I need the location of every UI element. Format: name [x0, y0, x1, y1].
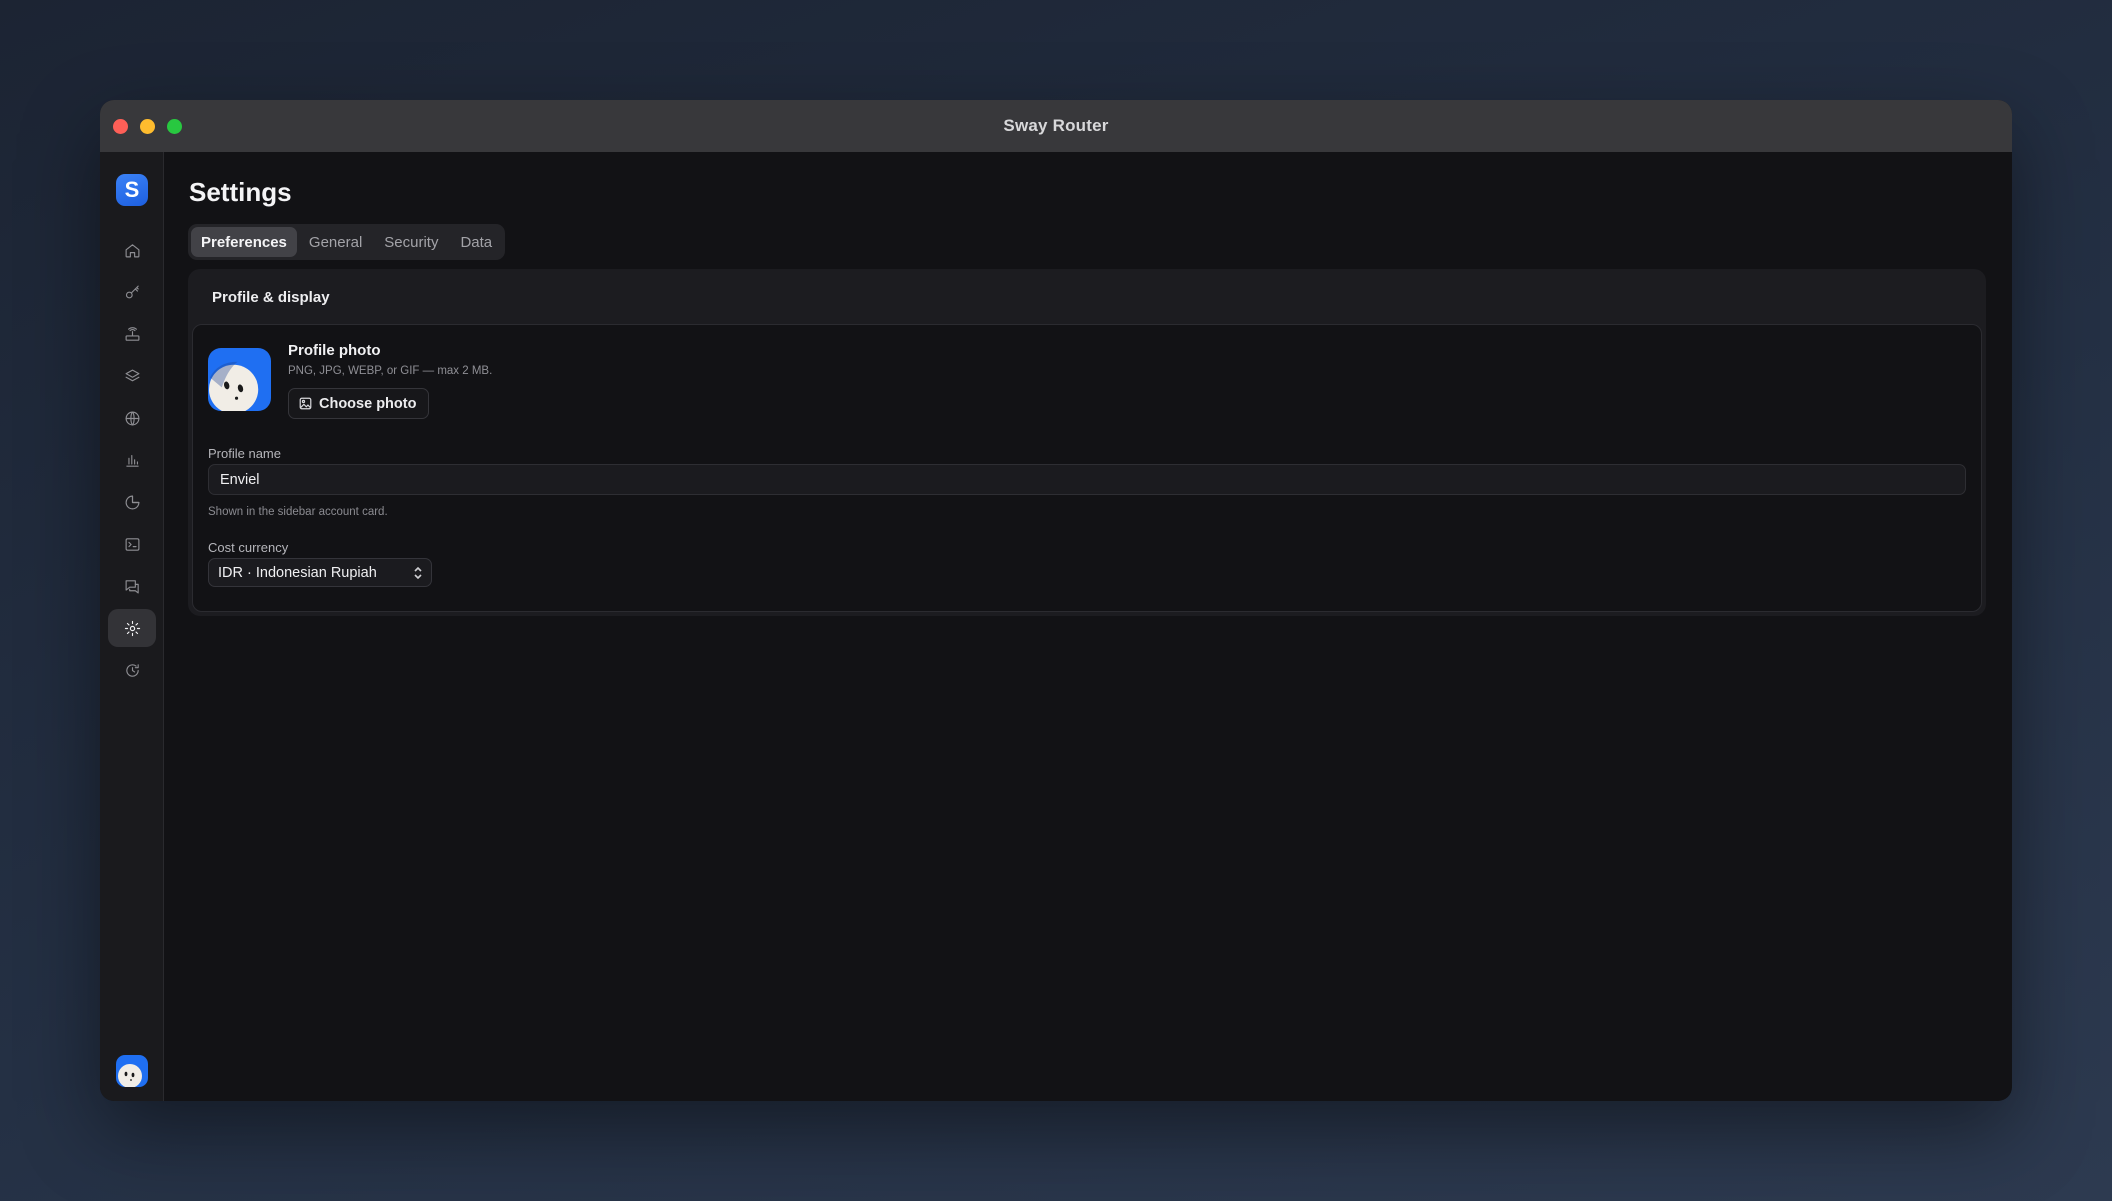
- tab-data[interactable]: Data: [450, 227, 502, 257]
- sidebar: S: [100, 152, 164, 1101]
- router-icon: [125, 326, 139, 341]
- sidebar-item-router[interactable]: [108, 315, 156, 353]
- sidebar-item-analytics[interactable]: [108, 441, 156, 479]
- sidebar-item-usage[interactable]: [108, 483, 156, 521]
- title-bar: Sway Router: [100, 100, 2012, 152]
- terminal-icon: [125, 537, 139, 551]
- sidebar-item-updates[interactable]: [108, 651, 156, 689]
- chevron-up-down-icon: [413, 565, 423, 581]
- minimize-window-button[interactable]: [140, 119, 155, 134]
- profile-photo-hint: PNG, JPG, WEBP, or GIF — max 2 MB.: [288, 365, 493, 377]
- sidebar-item-home[interactable]: [108, 231, 156, 269]
- avatar-face-icon: [118, 1064, 142, 1087]
- profile-name-input[interactable]: Enviel: [208, 464, 1966, 495]
- bar-chart-icon: [125, 454, 139, 467]
- section-heading: Profile & display: [212, 289, 330, 306]
- choose-photo-button[interactable]: Choose photo: [288, 388, 429, 419]
- settings-tabs: Preferences General Security Data: [188, 224, 506, 260]
- sidebar-item-chat[interactable]: [108, 567, 156, 605]
- sidebar-item-network[interactable]: [108, 399, 156, 437]
- image-icon: [299, 397, 312, 410]
- globe-icon: [125, 411, 139, 425]
- sidebar-item-keys[interactable]: [108, 273, 156, 311]
- profile-display-card: Profile & display Profile photo PNG, JPG…: [188, 269, 1986, 616]
- cost-currency-select[interactable]: IDR · Indonesian Rupiah: [208, 558, 432, 587]
- tab-security[interactable]: Security: [374, 227, 448, 257]
- tab-general[interactable]: General: [299, 227, 372, 257]
- layers-icon: [125, 369, 139, 381]
- profile-name-helper: Shown in the sidebar account card.: [208, 506, 388, 518]
- settings-main: Settings Preferences General Security Da…: [188, 152, 1988, 1101]
- tab-preferences[interactable]: Preferences: [191, 227, 297, 257]
- sidebar-item-logs[interactable]: [108, 525, 156, 563]
- window-controls: [113, 119, 182, 134]
- cost-currency-value: IDR · Indonesian Rupiah: [218, 564, 377, 581]
- window-title: Sway Router: [1003, 116, 1109, 135]
- profile-settings-panel: Profile photo PNG, JPG, WEBP, or GIF — m…: [192, 324, 1982, 612]
- cost-currency-label: Cost currency: [208, 540, 289, 555]
- pie-chart-icon: [125, 495, 139, 509]
- profile-name-label: Profile name: [208, 446, 281, 461]
- avatar-face-icon: [208, 361, 259, 411]
- home-icon: [125, 243, 139, 257]
- app-logo[interactable]: S: [116, 174, 148, 206]
- sidebar-item-layers[interactable]: [108, 357, 156, 395]
- maximize-window-button[interactable]: [167, 119, 182, 134]
- close-window-button[interactable]: [113, 119, 128, 134]
- account-avatar[interactable]: [116, 1055, 148, 1087]
- key-icon: [125, 285, 139, 298]
- profile-photo-label: Profile photo: [288, 342, 381, 359]
- sidebar-item-settings[interactable]: [108, 609, 156, 647]
- app-window: Sway Router S Settings Preferences Gener…: [100, 100, 2012, 1101]
- page-title: Settings: [189, 177, 292, 207]
- messages-icon: [125, 579, 139, 593]
- refresh-clock-icon: [125, 663, 139, 677]
- gear-icon: [124, 620, 140, 636]
- profile-photo-preview: [208, 348, 271, 411]
- choose-photo-label: Choose photo: [319, 395, 417, 412]
